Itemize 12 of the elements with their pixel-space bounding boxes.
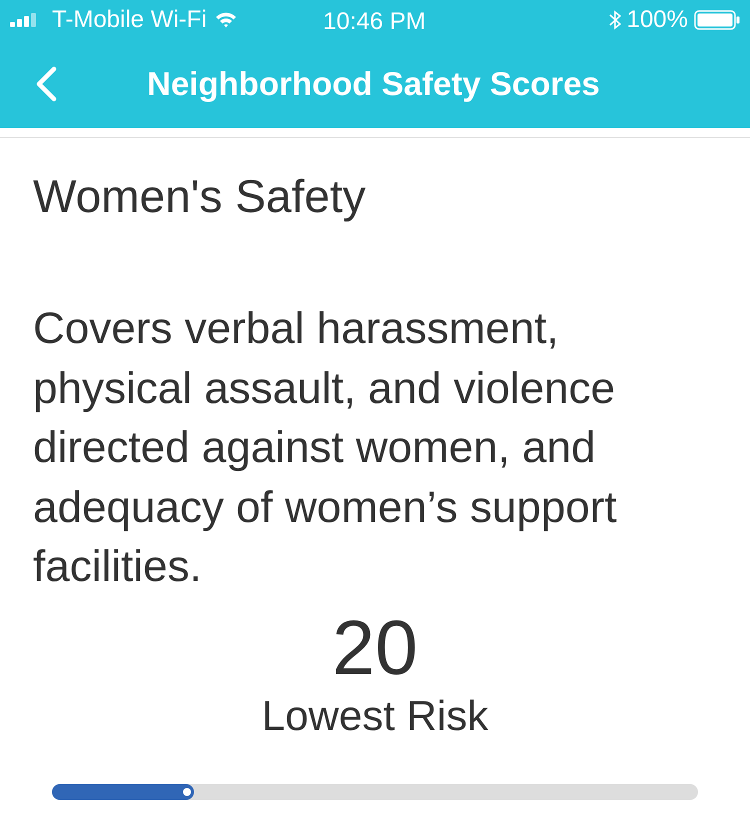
category-title: Women's Safety bbox=[33, 169, 367, 224]
back-icon bbox=[35, 66, 57, 102]
battery-icon bbox=[694, 10, 740, 30]
wifi-icon bbox=[214, 12, 237, 28]
score-value: 20 bbox=[332, 608, 418, 688]
clock-time: 10:46 PM bbox=[323, 7, 426, 37]
battery-percent: 100% bbox=[626, 5, 688, 35]
screen-title: Neighborhood Safety Scores bbox=[147, 64, 600, 104]
carrier-name: T-Mobile Wi-Fi bbox=[52, 5, 207, 35]
category-description: Covers verbal harassment, physical assault, and violence directed against women, and adequacy of women’s support facilities. bbox=[33, 303, 618, 593]
risk-label: Lowest Risk bbox=[262, 690, 488, 740]
bluetooth-icon bbox=[608, 10, 621, 30]
